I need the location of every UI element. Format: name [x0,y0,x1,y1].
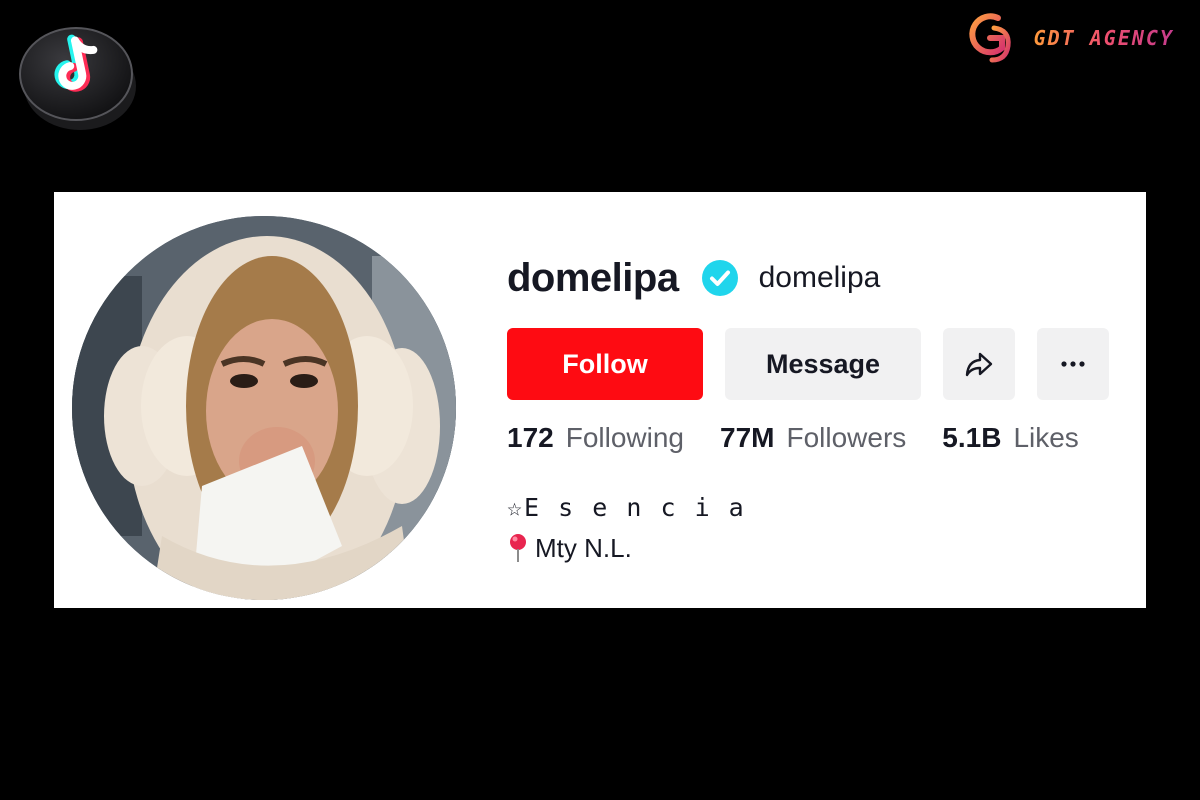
more-dots-icon [1061,361,1085,367]
likes-label: Likes [1013,422,1079,453]
following-count: 172 [507,422,554,453]
action-buttons: Follow Message [507,328,1109,400]
bio-line-1: ☆E s e n c i a [507,493,746,522]
followers-count: 77M [720,422,775,453]
bio: ☆E s e n c i a Mty N.L. [507,488,746,568]
profile-card: domelipa domelipa Follow Message 172 Fol… [54,192,1146,608]
avatar-image [72,216,456,600]
stat-followers[interactable]: 77M Followers [720,422,906,454]
followers-label: Followers [786,422,907,453]
likes-count: 5.1B [942,422,1002,453]
verified-badge-icon [701,260,738,296]
display-name: domelipa [507,255,679,300]
share-button[interactable] [943,328,1015,400]
agency-logo-icon [968,13,1011,63]
avatar[interactable] [72,216,456,600]
location-text: Mty N.L. [535,533,632,563]
username-handle: domelipa [758,261,881,294]
follow-button[interactable]: Follow [507,328,703,400]
agency-name: GDT AGENCY [1033,26,1174,50]
location-pin-icon [510,534,526,562]
bio-line-2: Mty N.L. [507,528,746,568]
more-options-button[interactable] [1037,328,1109,400]
message-button[interactable]: Message [725,328,921,400]
agency-brand: GDT AGENCY [964,8,1174,68]
stats-row: 172 Following 77M Followers 5.1B Likes [507,422,1079,454]
tiktok-logo-icon [16,16,140,136]
share-arrow-icon [965,352,993,377]
stat-following[interactable]: 172 Following [507,422,684,454]
profile-info: domelipa domelipa Follow Message 172 Fol… [507,192,1127,608]
name-row: domelipa domelipa [507,250,880,306]
following-label: Following [565,422,684,453]
stat-likes: 5.1B Likes [942,422,1079,454]
